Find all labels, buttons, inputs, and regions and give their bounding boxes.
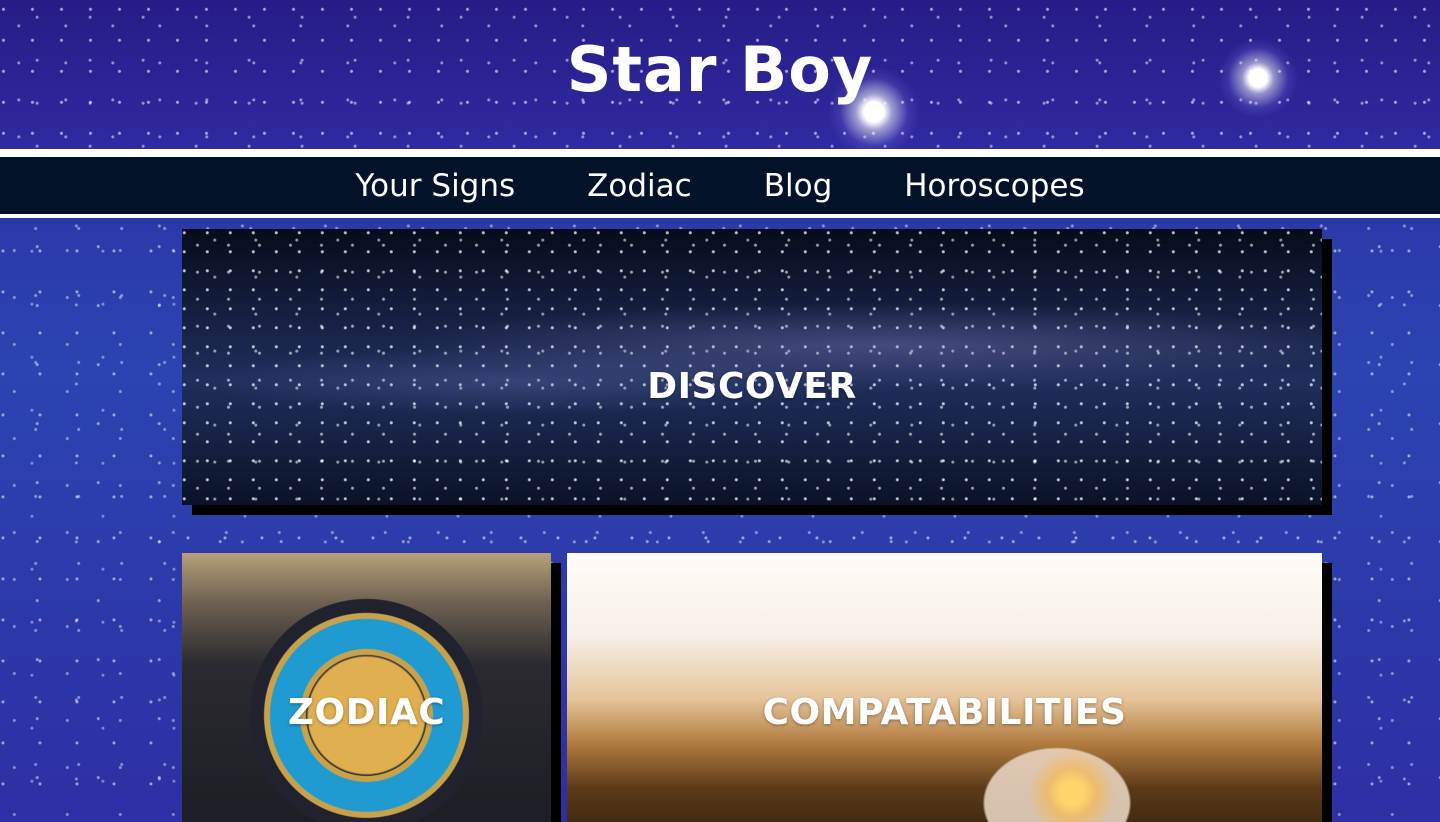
nav-item-zodiac[interactable]: Zodiac bbox=[587, 168, 692, 204]
discover-card[interactable]: DISCOVER bbox=[182, 229, 1322, 505]
site-title[interactable]: Star Boy bbox=[0, 30, 1440, 110]
nav-item-blog[interactable]: Blog bbox=[764, 168, 833, 204]
zodiac-card[interactable]: ZODIAC bbox=[182, 553, 551, 822]
nav-item-your-signs[interactable]: Your Signs bbox=[355, 168, 515, 204]
compatibilities-card-label: COMPATABILITIES bbox=[762, 692, 1127, 733]
main-navigation: Your Signs Zodiac Blog Horoscopes bbox=[0, 149, 1440, 218]
zodiac-card-label: ZODIAC bbox=[287, 692, 446, 733]
nav-bar: Your Signs Zodiac Blog Horoscopes bbox=[0, 157, 1440, 214]
compatibilities-card[interactable]: COMPATABILITIES bbox=[567, 553, 1322, 822]
discover-card-label: DISCOVER bbox=[647, 366, 857, 407]
nav-item-horoscopes[interactable]: Horoscopes bbox=[904, 168, 1084, 204]
site-header: Star Boy bbox=[0, 0, 1440, 149]
